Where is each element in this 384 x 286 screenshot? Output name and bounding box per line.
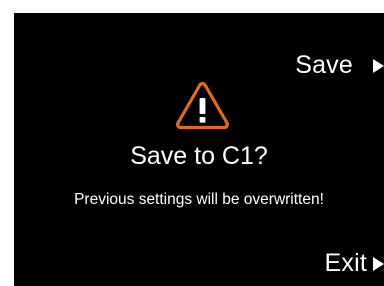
dialog-message: Previous settings will be overwritten! bbox=[74, 191, 324, 208]
triangle-right-icon bbox=[373, 256, 384, 271]
exit-label: Exit bbox=[324, 249, 367, 277]
save-button[interactable]: Save bbox=[295, 53, 384, 78]
dialog-title: Save to C1? bbox=[130, 142, 268, 170]
save-label: Save bbox=[295, 51, 353, 79]
exit-button[interactable]: Exit bbox=[325, 251, 384, 276]
dialog-screen: Save Save to C1? Previous settings will … bbox=[14, 13, 384, 286]
triangle-right-icon bbox=[373, 58, 384, 73]
warning-triangle-icon bbox=[176, 81, 229, 130]
